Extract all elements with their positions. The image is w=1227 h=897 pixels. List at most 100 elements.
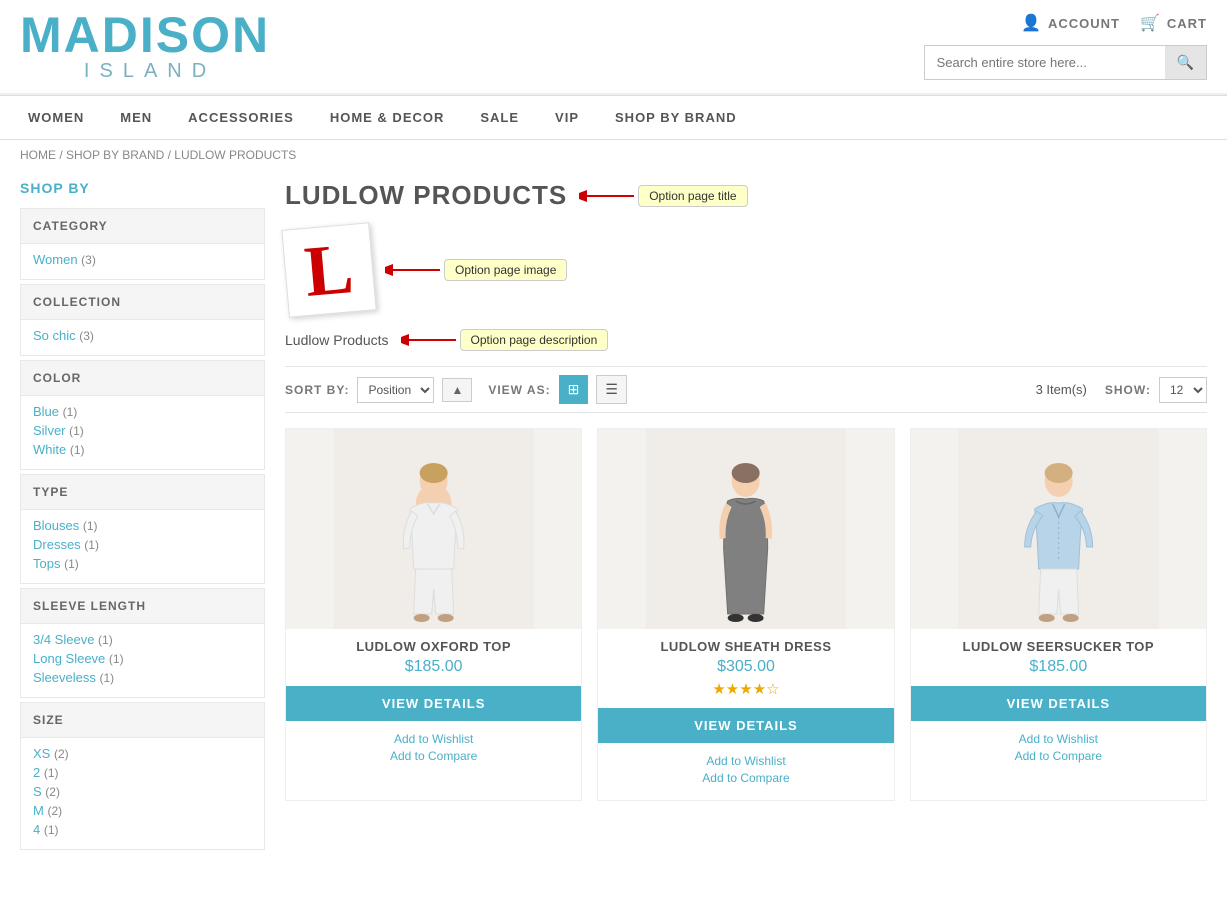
product-grid: LUDLOW OXFORD TOP $185.00 VIEW DETAILS A… — [285, 428, 1207, 801]
filter-count: (2) — [54, 747, 69, 761]
filter-section-color: COLOR Blue (1) Silver (1) White (1) — [20, 360, 265, 470]
add-compare-link[interactable]: Add to Compare — [911, 749, 1206, 763]
toolbar: SORT BY: Position Name Price ▲ VIEW AS: … — [285, 366, 1207, 413]
filter-count: (1) — [84, 538, 99, 552]
product-actions: Add to Wishlist Add to Compare — [598, 743, 893, 800]
filter-link[interactable]: S (2) — [33, 784, 60, 799]
nav-item-home-decor[interactable]: HOME & DECOR — [312, 96, 463, 139]
sort-direction-button[interactable]: ▲ — [442, 378, 472, 402]
filter-item: White (1) — [33, 442, 252, 457]
account-link[interactable]: 👤 ACCOUNT — [1021, 13, 1120, 33]
logo: MADISON ISLAND — [20, 10, 270, 83]
product-card: LUDLOW SEERSUCKER TOP $185.00 VIEW DETAI… — [910, 428, 1207, 801]
add-wishlist-link[interactable]: Add to Wishlist — [286, 732, 581, 746]
filter-link[interactable]: Blue (1) — [33, 404, 77, 419]
filter-count: (1) — [63, 405, 78, 419]
logo-island: ISLAND — [20, 60, 270, 83]
nav-item-accessories[interactable]: ACCESSORIES — [170, 96, 312, 139]
view-details-button[interactable]: VIEW DETAILS — [598, 708, 893, 743]
filter-link[interactable]: M (2) — [33, 803, 62, 818]
filter-item: Silver (1) — [33, 423, 252, 438]
view-grid-button[interactable]: ⊞ — [559, 375, 589, 404]
annotation-desc-box: Option page description — [460, 329, 609, 351]
filter-link[interactable]: Sleeveless (1) — [33, 670, 114, 685]
header-right: 👤 ACCOUNT 🛒 CART 🔍 — [924, 13, 1207, 80]
red-arrow-image-icon — [385, 261, 440, 279]
product-actions: Add to Wishlist Add to Compare — [911, 721, 1206, 778]
filter-count: (1) — [83, 519, 98, 533]
nav-item-sale[interactable]: SALE — [462, 96, 537, 139]
brand-image-row: L Option page image — [285, 226, 1207, 314]
cart-label: CART — [1167, 16, 1207, 31]
product-price: $305.00 — [598, 658, 893, 676]
add-wishlist-link[interactable]: Add to Wishlist — [598, 754, 893, 768]
add-wishlist-link[interactable]: Add to Wishlist — [911, 732, 1206, 746]
show-select[interactable]: 12 24 All — [1159, 377, 1207, 403]
view-list-button[interactable]: ☰ — [596, 375, 627, 404]
main-nav: WOMENMENACCESSORIESHOME & DECORSALEVIPSH… — [0, 95, 1227, 140]
breadcrumb: HOME / SHOP BY BRAND / LUDLOW PRODUCTS — [0, 140, 1227, 170]
filter-link[interactable]: 2 (1) — [33, 765, 59, 780]
filter-item: S (2) — [33, 784, 252, 799]
add-compare-link[interactable]: Add to Compare — [598, 771, 893, 785]
filter-header-category: CATEGORY — [20, 208, 265, 244]
search-bar: 🔍 — [924, 45, 1207, 80]
filter-item: Dresses (1) — [33, 537, 252, 552]
product-name: LUDLOW SHEATH DRESS — [606, 639, 885, 654]
filter-item: So chic (3) — [33, 328, 252, 343]
nav-item-women[interactable]: WOMEN — [10, 96, 102, 139]
page-title-row: LUDLOW PRODUCTS Option page title — [285, 180, 1207, 211]
add-compare-link[interactable]: Add to Compare — [286, 749, 581, 763]
filter-section-sleeve-length: SLEEVE LENGTH3/4 Sleeve (1)Long Sleeve (… — [20, 588, 265, 698]
title-arrow: Option page title — [579, 185, 747, 207]
filter-link[interactable]: So chic (3) — [33, 328, 94, 343]
content-area: LUDLOW PRODUCTS Option page title L — [285, 180, 1207, 850]
search-input[interactable] — [925, 46, 1165, 79]
view-details-button[interactable]: VIEW DETAILS — [911, 686, 1206, 721]
filter-item: Blouses (1) — [33, 518, 252, 533]
filter-link[interactable]: Blouses (1) — [33, 518, 98, 533]
filter-link[interactable]: XS (2) — [33, 746, 69, 761]
account-icon: 👤 — [1021, 13, 1042, 33]
filter-count: (1) — [44, 823, 59, 837]
filter-link[interactable]: White (1) — [33, 442, 85, 457]
filter-link[interactable]: Dresses (1) — [33, 537, 99, 552]
nav-item-vip[interactable]: VIP — [537, 96, 597, 139]
brand-logo: L — [281, 222, 376, 317]
breadcrumb-item-1[interactable]: SHOP BY BRAND — [66, 148, 164, 162]
breadcrumb-item-0[interactable]: HOME — [20, 148, 56, 162]
sort-select[interactable]: Position Name Price — [357, 377, 434, 403]
red-arrow-desc-icon — [401, 331, 456, 349]
nav-item-men[interactable]: MEN — [102, 96, 170, 139]
product-name: LUDLOW SEERSUCKER TOP — [919, 639, 1198, 654]
filter-link[interactable]: Women (3) — [33, 252, 96, 267]
filter-header-collection: COLLECTION — [20, 284, 265, 320]
filter-link[interactable]: Tops (1) — [33, 556, 79, 571]
image-arrow: Option page image — [385, 259, 567, 281]
shop-by-title: SHOP BY — [20, 180, 265, 196]
filter-link[interactable]: 3/4 Sleeve (1) — [33, 632, 113, 647]
filter-header-color: COLOR — [20, 360, 265, 396]
cart-link[interactable]: 🛒 CART — [1140, 13, 1207, 33]
view-details-button[interactable]: VIEW DETAILS — [286, 686, 581, 721]
red-arrow-icon — [579, 187, 634, 205]
product-actions: Add to Wishlist Add to Compare — [286, 721, 581, 778]
filter-link[interactable]: Silver (1) — [33, 423, 84, 438]
filter-count: (1) — [109, 652, 124, 666]
page-title: LUDLOW PRODUCTS — [285, 180, 567, 211]
filter-link[interactable]: Long Sleeve (1) — [33, 651, 124, 666]
logo-madison: MADISON — [20, 10, 270, 60]
search-button[interactable]: 🔍 — [1165, 46, 1206, 79]
filter-link[interactable]: 4 (1) — [33, 822, 59, 837]
filter-item: Tops (1) — [33, 556, 252, 571]
product-price: $185.00 — [911, 658, 1206, 676]
main-content: SHOP BY CATEGORY Women (3) COLLECTION So ch… — [0, 170, 1227, 860]
nav-item-shop-by-brand[interactable]: SHOP BY BRAND — [597, 96, 755, 139]
breadcrumb-item-2[interactable]: LUDLOW PRODUCTS — [174, 148, 296, 162]
product-card: LUDLOW SHEATH DRESS $305.00 ★★★★☆ VIEW D… — [597, 428, 894, 801]
filter-section-category: CATEGORY Women (3) — [20, 208, 265, 280]
filter-count: (1) — [98, 633, 113, 647]
header: MADISON ISLAND 👤 ACCOUNT 🛒 CART 🔍 — [0, 0, 1227, 95]
filter-header-type: TYPE — [20, 474, 265, 510]
product-price: $185.00 — [286, 658, 581, 676]
